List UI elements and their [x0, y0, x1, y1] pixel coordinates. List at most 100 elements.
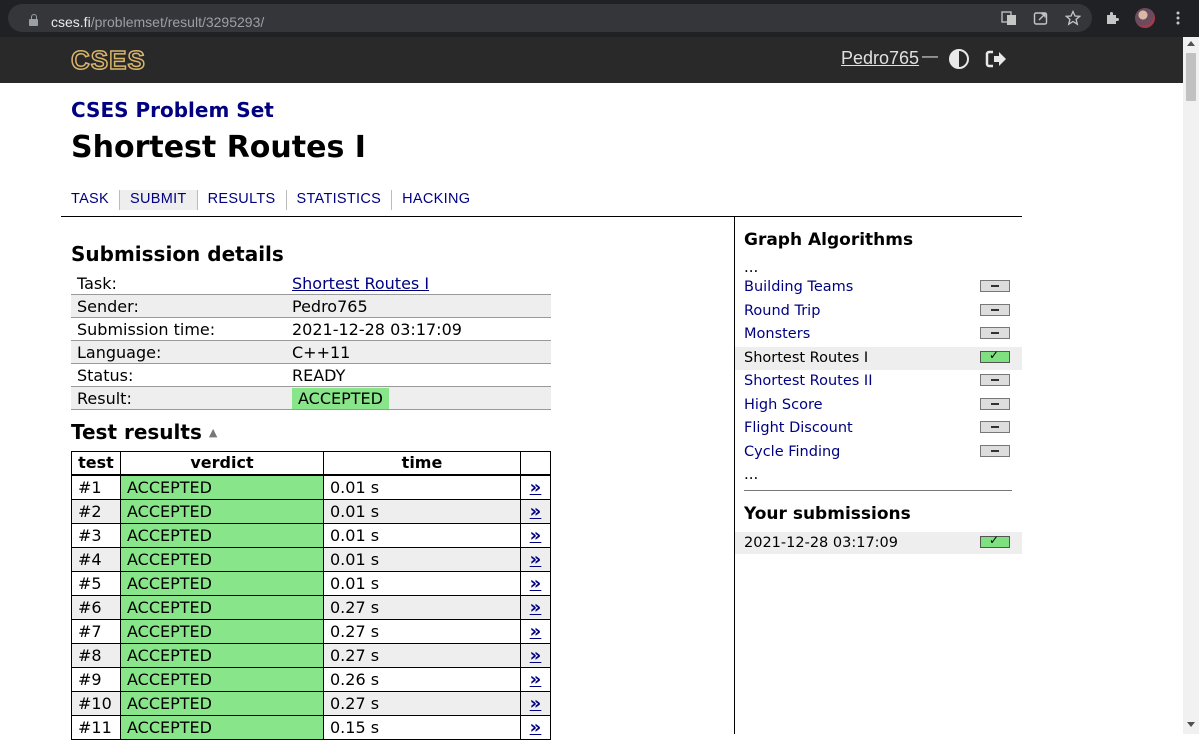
verdict-cell: ACCEPTED [120, 619, 324, 644]
verdict-cell: ACCEPTED [120, 691, 324, 716]
sidebar-problem-label[interactable]: Cycle Finding [744, 444, 840, 460]
verdict-cell: ACCEPTED [120, 571, 324, 596]
not-attempted-icon [980, 374, 1010, 386]
test-number: #10 [71, 691, 121, 716]
time-cell: 0.01 s [323, 571, 521, 596]
sidebar-problem-label[interactable]: High Score [744, 397, 823, 413]
test-number: #5 [71, 571, 121, 596]
menu-kebab-icon[interactable] [1170, 10, 1186, 26]
test-details-link[interactable]: » [520, 547, 551, 572]
share-icon[interactable] [1033, 10, 1049, 26]
test-results-heading-text: Test results [71, 420, 202, 444]
time-cell: 0.27 s [323, 643, 521, 668]
table-row: #8 ACCEPTED 0.27 s» [71, 643, 551, 668]
cses-logo[interactable]: CSES [70, 44, 146, 76]
table-row: #3 ACCEPTED 0.01 s» [71, 523, 551, 548]
verdict-cell: ACCEPTED [120, 667, 324, 692]
browser-toolbar: cses.fi/problemset/result/3295293/ [0, 0, 1199, 37]
sidebar-problem-item[interactable]: Round Trip [735, 300, 1022, 324]
sidebar-problem-item[interactable]: Cycle Finding [735, 441, 1022, 465]
time-cell: 0.15 s [323, 715, 521, 740]
page-scrollbar[interactable] [1183, 37, 1199, 734]
sidebar-problem-label: Shortest Routes I [744, 349, 869, 366]
tab-statistics[interactable]: STATISTICS [285, 190, 392, 210]
scroll-up-arrow-icon[interactable] [1187, 41, 1195, 46]
test-details-link[interactable]: » [520, 691, 551, 716]
test-details-link[interactable]: » [520, 523, 551, 548]
content-divider [61, 216, 1022, 217]
test-number: #2 [71, 499, 121, 524]
extensions-icon[interactable] [1104, 10, 1120, 26]
test-number: #4 [71, 547, 121, 572]
sidebar-category-title: Graph Algorithms [744, 230, 914, 250]
address-bar[interactable]: cses.fi/problemset/result/3295293/ [8, 4, 1092, 32]
sidebar-problem-label[interactable]: Monsters [744, 326, 810, 342]
sidebar-problem-label[interactable]: Building Teams [744, 279, 853, 295]
lock-icon[interactable] [29, 14, 38, 26]
time-cell: 0.27 s [323, 619, 521, 644]
your-submissions-heading: Your submissions [744, 504, 911, 524]
time-cell: 0.01 s [323, 547, 521, 572]
sidebar-problem-item[interactable]: Flight Discount [735, 417, 1022, 441]
test-details-link[interactable]: » [520, 667, 551, 692]
scroll-down-arrow-icon[interactable] [1187, 722, 1195, 727]
problemset-title[interactable]: CSES Problem Set [71, 98, 274, 122]
sort-toggle-icon[interactable]: ▲ [209, 426, 217, 439]
tab-hacking[interactable]: HACKING [391, 190, 480, 210]
verdict-cell: ACCEPTED [120, 643, 324, 668]
detail-value: 2021-12-28 03:17:09 [286, 317, 551, 341]
tab-submit[interactable]: SUBMIT [119, 190, 197, 210]
translate-icon[interactable] [1001, 10, 1017, 26]
url-text[interactable]: cses.fi/problemset/result/3295293/ [51, 14, 264, 30]
table-row: #6 ACCEPTED 0.27 s» [71, 595, 551, 620]
sidebar-problem-label[interactable]: Round Trip [744, 303, 820, 319]
test-details-link[interactable]: » [520, 715, 551, 740]
column-header-time: time [323, 451, 521, 476]
sidebar-problem-item[interactable]: Shortest Routes II [735, 370, 1022, 394]
detail-key: Task: [71, 272, 286, 295]
submission-details-table: Task: Shortest Routes I Sender: Pedro765 S… [71, 272, 551, 410]
detail-value: Pedro765 [286, 294, 551, 318]
table-row: #7 ACCEPTED 0.27 s» [71, 619, 551, 644]
not-attempted-icon [980, 280, 1010, 292]
sidebar-ellipsis-bottom: ... [744, 465, 759, 483]
detail-value: READY [286, 363, 551, 387]
theme-toggle-icon[interactable] [949, 49, 969, 69]
submission-list-item[interactable]: 2021-12-28 03:17:09 [735, 532, 1022, 554]
sidebar-problem-list: Building Teams Round Trip Monsters Shortest… [735, 276, 1022, 464]
profile-avatar[interactable] [1135, 8, 1155, 28]
time-cell: 0.27 s [323, 691, 521, 716]
sidebar-problem-item[interactable]: Monsters [735, 323, 1022, 347]
verdict-cell: ACCEPTED [120, 547, 324, 572]
test-number: #9 [71, 667, 121, 692]
column-header-test: test [71, 451, 121, 476]
submission-time[interactable]: 2021-12-28 03:17:09 [744, 535, 898, 551]
site-header: CSES Pedro765 — [0, 37, 1183, 83]
time-cell: 0.01 s [323, 523, 521, 548]
sidebar-problem-item[interactable]: High Score [735, 394, 1022, 418]
test-details-link[interactable]: » [520, 474, 551, 500]
logout-icon[interactable] [985, 49, 1007, 69]
scroll-thumb[interactable] [1186, 53, 1196, 101]
test-details-link[interactable]: » [520, 643, 551, 668]
verdict-cell: ACCEPTED [120, 474, 324, 500]
test-details-link[interactable]: » [520, 571, 551, 596]
submission-details-heading: Submission details [71, 242, 284, 266]
test-details-link[interactable]: » [520, 619, 551, 644]
not-attempted-icon [980, 303, 1010, 316]
sidebar-problem-item[interactable]: Building Teams [735, 276, 1022, 300]
sidebar-ellipsis-top: ... [744, 258, 759, 276]
username-link[interactable]: Pedro765 [841, 48, 919, 69]
tab-results[interactable]: RESULTS [196, 190, 286, 210]
tab-task[interactable]: TASK [71, 190, 119, 210]
task-link[interactable]: Shortest Routes I [292, 274, 429, 293]
task-nav: TASK SUBMIT RESULTS STATISTICS HACKING [71, 190, 480, 210]
bookmark-star-icon[interactable] [1064, 9, 1082, 26]
sidebar-problem-label[interactable]: Flight Discount [744, 420, 853, 436]
not-attempted-icon [980, 327, 1010, 339]
test-details-link[interactable]: » [520, 595, 551, 620]
table-row: #9 ACCEPTED 0.26 s» [71, 667, 551, 692]
sidebar-problem-item[interactable]: Shortest Routes I [735, 346, 1022, 370]
test-details-link[interactable]: » [520, 499, 551, 524]
sidebar-problem-label[interactable]: Shortest Routes II [744, 373, 873, 389]
